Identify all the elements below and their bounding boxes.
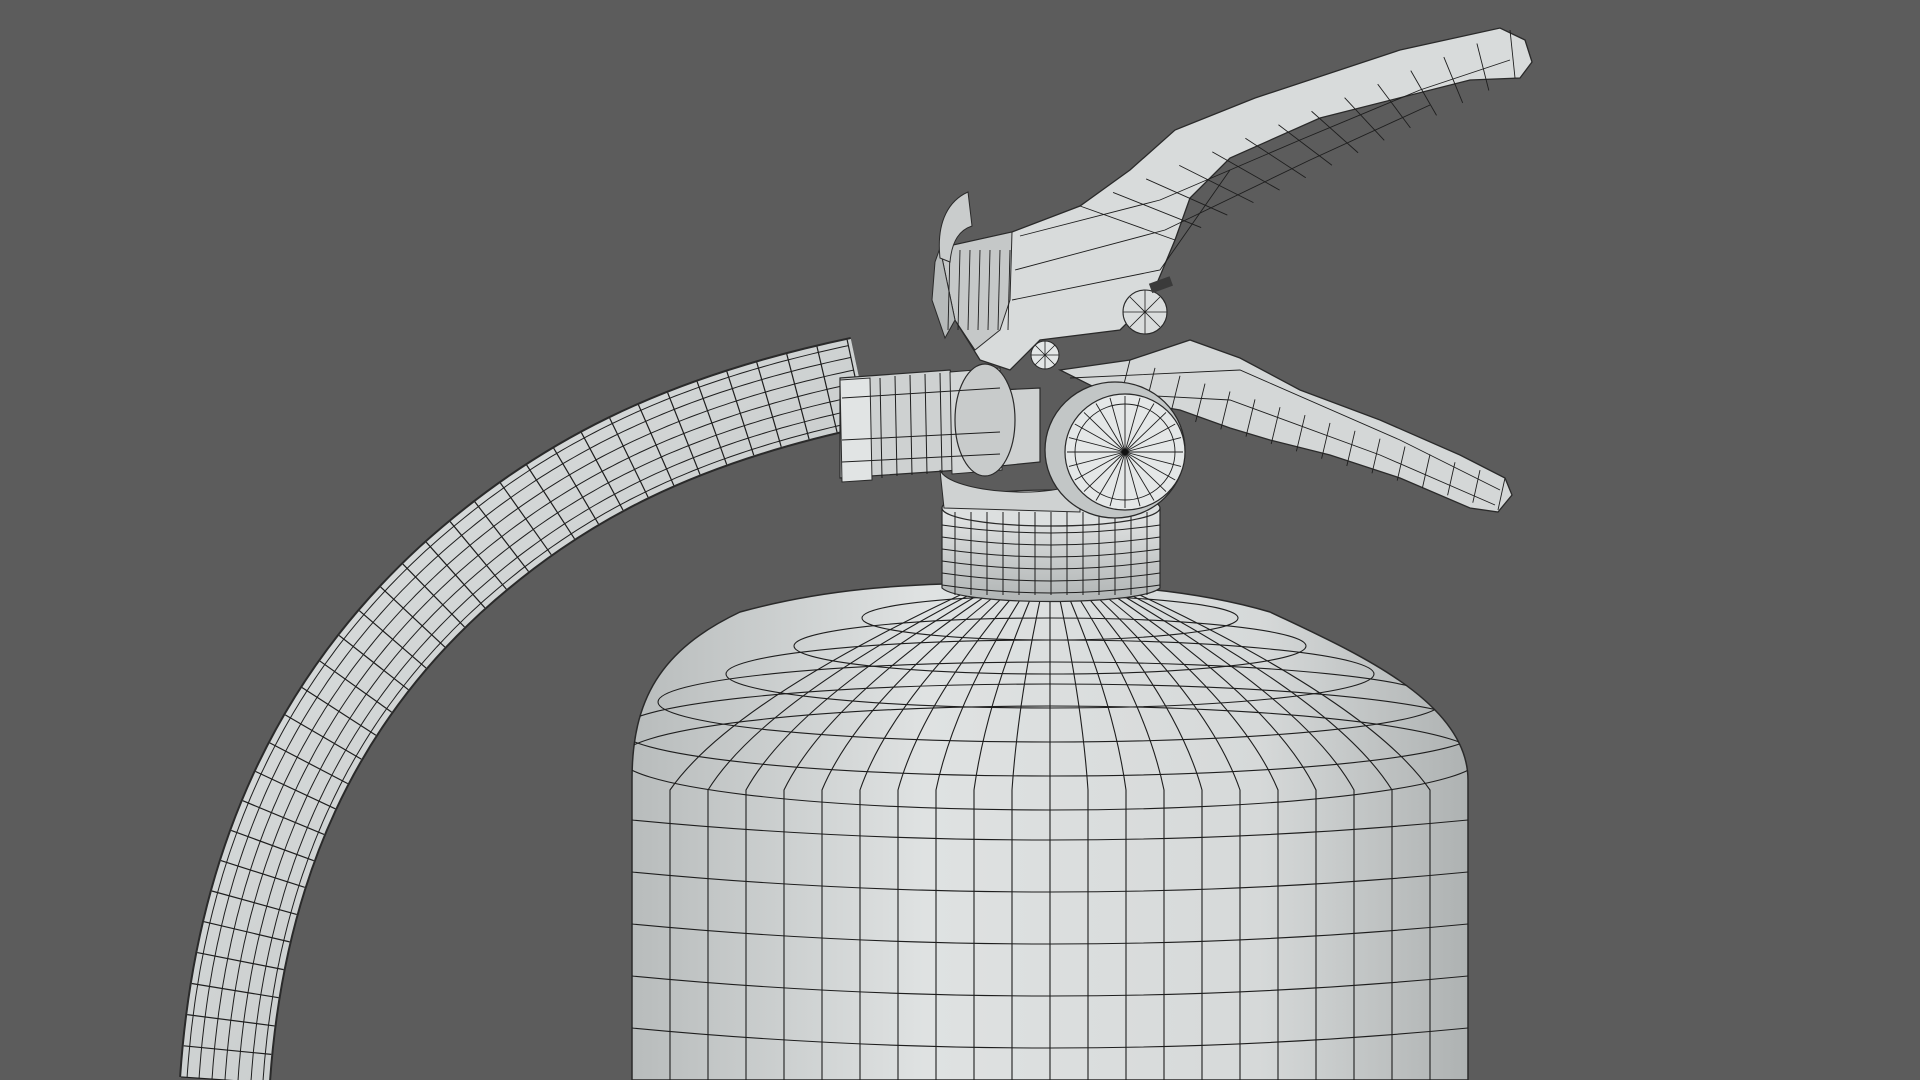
cylinder-body xyxy=(631,582,1469,1080)
pressure-gauge xyxy=(1044,381,1186,519)
wireframe-render xyxy=(179,27,1533,1080)
render-viewport xyxy=(0,0,1920,1080)
carry-handle xyxy=(931,27,1533,371)
